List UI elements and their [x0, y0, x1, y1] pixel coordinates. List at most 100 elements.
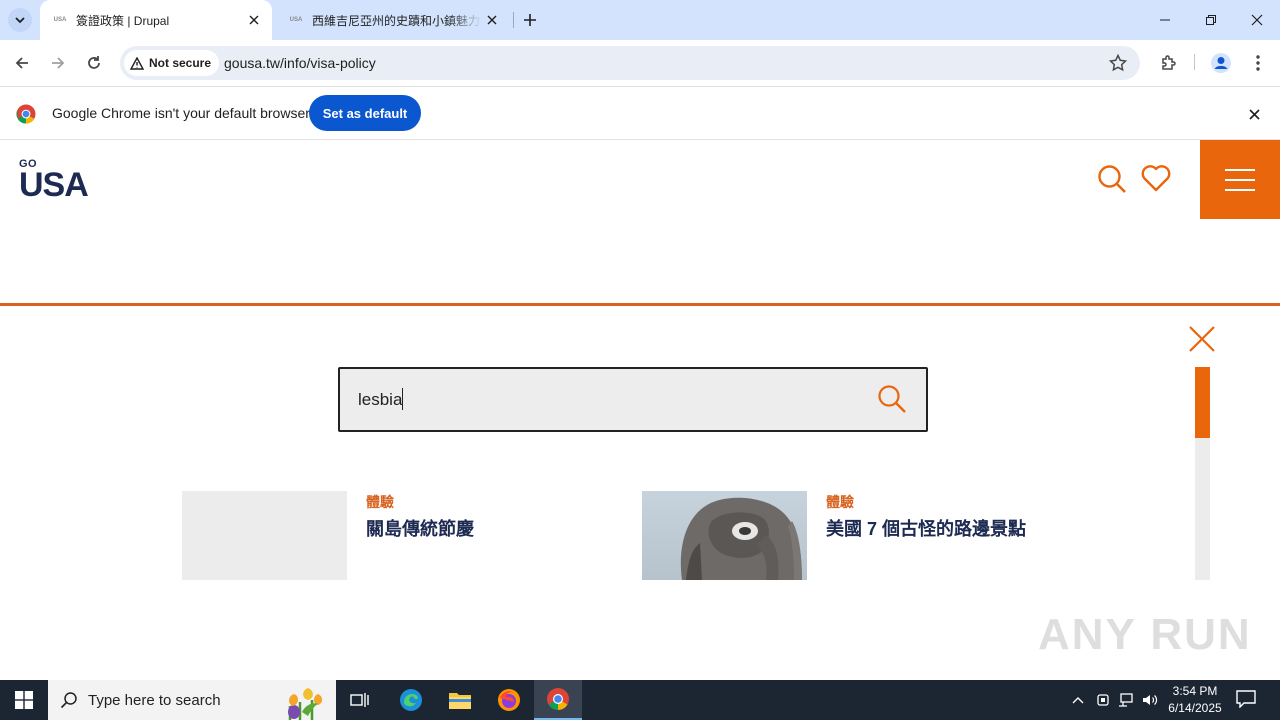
speaker-icon	[1143, 695, 1158, 705]
tray-volume-icon[interactable]	[1140, 690, 1160, 710]
taskbar-search-box[interactable]: Type here to search	[48, 680, 336, 720]
gousa-logo[interactable]: GO USA	[19, 158, 89, 204]
bookmark-star-icon[interactable]	[1108, 53, 1128, 78]
usa-favicon-icon: USA	[53, 17, 67, 23]
arrow-left-icon	[15, 57, 28, 69]
start-button[interactable]	[0, 680, 48, 720]
tab-separator	[513, 12, 514, 28]
chrome-icon	[547, 688, 569, 710]
hamburger-line	[1225, 178, 1255, 181]
close-icon	[1248, 108, 1260, 120]
tulip-decoration-icon	[288, 688, 323, 720]
tab-search-button[interactable]	[8, 8, 32, 32]
submit-search-button[interactable]	[877, 384, 907, 414]
close-icon	[1189, 326, 1215, 352]
result-title[interactable]: 美國 7 個古怪的路邊景點	[826, 515, 1026, 541]
task-view-icon	[350, 693, 369, 707]
restore-button[interactable]	[1188, 0, 1234, 40]
chevron-up-icon	[1072, 697, 1084, 704]
set-as-default-button[interactable]: Set as default	[309, 95, 421, 131]
edge-icon	[400, 689, 422, 711]
taskbar-firefox[interactable]	[485, 680, 533, 720]
url-text[interactable]: gousa.tw/info/visa-policy	[224, 55, 376, 71]
close-tab-icon[interactable]	[244, 10, 264, 30]
result-category[interactable]: 體驗	[366, 492, 394, 512]
default-browser-infobar: Google Chrome isn't your default browser…	[0, 86, 1280, 140]
taskbar-search-placeholder: Type here to search	[88, 691, 221, 709]
chevron-down-icon	[15, 17, 25, 24]
puzzle-icon	[1162, 55, 1176, 70]
close-icon	[1251, 14, 1263, 26]
tab-strip: USA 簽證政策 | Drupal USA 西維吉尼亞州的史蹟和小鎮魅力	[0, 0, 1280, 40]
profile-button[interactable]	[1209, 51, 1233, 75]
warning-triangle-icon	[130, 56, 144, 70]
taskbar-file-explorer[interactable]	[436, 680, 484, 720]
new-tab-button[interactable]	[520, 10, 540, 30]
notification-icon	[1236, 690, 1256, 709]
search-result-card[interactable]: 體驗 美國 7 個古怪的路邊景點	[642, 491, 1082, 580]
hamburger-line	[1225, 168, 1255, 171]
search-result-card[interactable]: 體驗 關島傳統節慶	[182, 491, 622, 580]
chrome-menu-button[interactable]	[1246, 51, 1270, 75]
network-icon	[1119, 693, 1133, 707]
device-icon	[1097, 694, 1109, 706]
search-input[interactable]	[358, 387, 858, 413]
address-bar[interactable]: Not secure gousa.tw/info/visa-policy	[120, 46, 1140, 80]
result-category[interactable]: 體驗	[826, 492, 854, 512]
favorites-button[interactable]	[1141, 164, 1171, 197]
results-scrollbar-thumb[interactable]	[1195, 367, 1210, 438]
arrow-right-icon	[52, 57, 65, 69]
chrome-logo-icon	[16, 104, 36, 124]
tray-network-icon[interactable]	[1116, 690, 1136, 710]
search-icon	[60, 692, 77, 709]
back-button[interactable]	[10, 51, 34, 75]
usa-favicon-icon: USA	[289, 17, 303, 23]
task-view-button[interactable]	[336, 680, 384, 720]
action-center-button[interactable]	[1236, 690, 1258, 710]
security-label: Not secure	[149, 56, 212, 70]
search-field[interactable]	[338, 367, 928, 432]
extensions-button[interactable]	[1157, 51, 1181, 75]
clock-time: 3:54 PM	[1172, 684, 1218, 698]
reload-icon	[88, 56, 100, 69]
clock-date: 6/14/2025	[1168, 701, 1222, 715]
kebab-menu-icon	[1256, 55, 1260, 71]
taskbar-chrome[interactable]	[534, 680, 582, 720]
search-icon	[1098, 165, 1126, 193]
tab-title: 簽證政策 | Drupal	[76, 13, 170, 28]
tray-device-icon[interactable]	[1093, 690, 1113, 710]
close-search-overlay-button[interactable]	[1187, 324, 1217, 354]
forward-button[interactable]	[46, 51, 70, 75]
tab-visa-policy[interactable]: USA 簽證政策 | Drupal	[40, 0, 272, 40]
header-search-button[interactable]	[1097, 164, 1127, 199]
windows-taskbar: Type here to search 3:54 PM 6/14/2025	[0, 680, 1280, 720]
taskbar-clock[interactable]: 3:54 PM 6/14/2025	[1160, 683, 1230, 717]
anyrun-watermark: ANY RUN	[1038, 610, 1252, 659]
tab-title: 西維吉尼亞州的史蹟和小鎮魅力	[312, 13, 481, 28]
heart-icon	[1141, 165, 1171, 192]
close-tab-icon[interactable]	[482, 10, 502, 30]
hamburger-menu-button[interactable]	[1200, 140, 1280, 219]
text-caret	[402, 388, 403, 410]
result-thumbnail[interactable]	[182, 491, 347, 580]
minimize-icon	[1160, 19, 1170, 21]
hamburger-line	[1225, 188, 1255, 191]
taskbar-edge[interactable]	[387, 680, 435, 720]
plus-icon	[524, 14, 536, 26]
reload-button[interactable]	[82, 51, 106, 75]
toolbar-separator	[1194, 54, 1195, 70]
infobar-message: Google Chrome isn't your default browser	[52, 105, 310, 121]
logo-usa-text: USA	[19, 166, 89, 204]
tab-west-virginia[interactable]: USA 西維吉尼亞州的史蹟和小鎮魅力	[276, 0, 510, 40]
windows-logo-icon	[15, 691, 33, 709]
show-hidden-icons-button[interactable]	[1068, 690, 1088, 710]
result-thumbnail[interactable]	[642, 491, 807, 580]
search-icon	[878, 385, 906, 413]
minimize-button[interactable]	[1142, 0, 1188, 40]
folder-icon	[449, 693, 471, 709]
security-chip[interactable]: Not secure	[124, 50, 220, 76]
infobar-close-button[interactable]	[1244, 104, 1264, 124]
result-title[interactable]: 關島傳統節慶	[366, 515, 474, 541]
firefox-icon	[498, 689, 520, 711]
close-window-button[interactable]	[1234, 0, 1280, 40]
